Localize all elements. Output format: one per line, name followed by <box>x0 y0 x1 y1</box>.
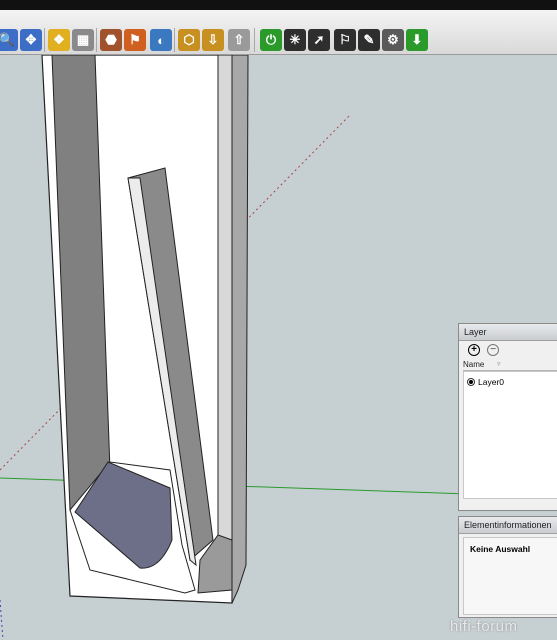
layer-panel-title: Layer <box>459 324 557 341</box>
share-model-icon[interactable]: ⇧ <box>228 29 250 51</box>
layer-panel: Layer + − Name ▿ Layer0 <box>458 323 557 511</box>
components-icon[interactable]: ❖ <box>48 29 70 51</box>
power-icon[interactable]: ⏻ <box>260 29 282 51</box>
zoom-icon[interactable]: 🔍 <box>0 29 18 51</box>
add-layer-icon[interactable]: + <box>468 344 480 356</box>
flag-icon[interactable]: ⚐ <box>334 29 356 51</box>
layer-toolbar: + − <box>459 341 557 359</box>
send-to-layout-icon[interactable]: ⬡ <box>178 29 200 51</box>
gear-icon[interactable]: ⚙ <box>382 29 404 51</box>
paint-icon[interactable]: ✎ <box>358 29 380 51</box>
download-icon[interactable]: ⬇ <box>406 29 428 51</box>
zoom-extents-icon[interactable]: ✥ <box>20 29 42 51</box>
sparkle-icon[interactable]: ✳ <box>284 29 306 51</box>
selection-status: Keine Auswahl <box>470 544 531 554</box>
toolbar-separator <box>254 28 255 52</box>
watermark: hifi-forum <box>450 618 518 635</box>
remove-layer-icon[interactable]: − <box>487 344 499 356</box>
active-layer-radio[interactable] <box>467 378 475 386</box>
toolbar-separator <box>44 28 45 52</box>
styles-icon[interactable]: ⬣ <box>100 29 122 51</box>
get-models-icon[interactable]: ⇩ <box>202 29 224 51</box>
column-header-label: Name <box>463 360 485 369</box>
sort-icon: ▿ <box>497 361 501 368</box>
toolbar-separator <box>174 28 175 52</box>
layer-row[interactable]: Layer0 <box>467 377 504 387</box>
select-arrow-icon[interactable]: ➚ <box>308 29 330 51</box>
window-title-bar <box>0 0 557 10</box>
enclosure-right-side <box>231 55 249 604</box>
materials-icon[interactable]: ▦ <box>72 29 94 51</box>
blue-axis-dotted <box>0 599 4 640</box>
layer-list: Layer0 <box>463 371 557 499</box>
entity-info-content: Keine Auswahl <box>463 537 557 615</box>
toolbar-separator <box>96 28 97 52</box>
location-icon[interactable]: ⚑ <box>124 29 146 51</box>
enclosure-right-wall-edge <box>217 55 233 591</box>
shadows-icon[interactable]: ◐ <box>150 29 172 51</box>
entity-info-panel: Elementinformationen Keine Auswahl <box>458 516 557 618</box>
toolbar: 🔍 ✥ ❖ ▦ ⬣ ⚑ ◐ ⬡ ⇩ ⇧ ⏻ ✳ ➚ ⚐ ✎ ⚙ ⬇ <box>0 10 557 55</box>
layer-name-column-header[interactable]: Name ▿ <box>463 359 557 371</box>
layer-label: Layer0 <box>478 377 504 387</box>
entity-info-title: Elementinformationen <box>459 517 557 534</box>
